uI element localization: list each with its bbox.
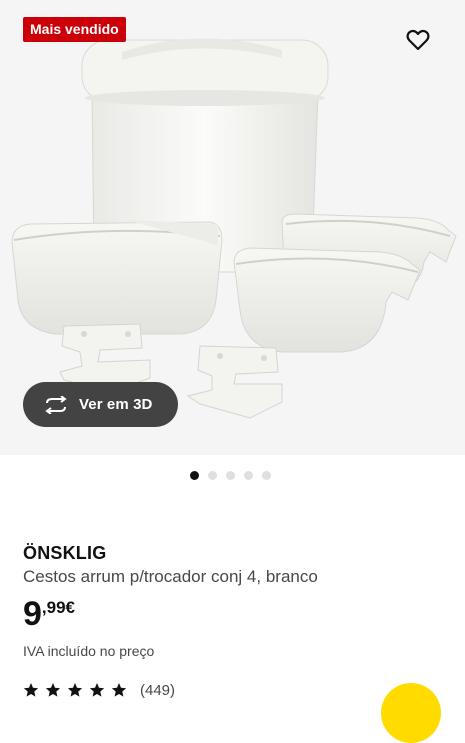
- view-in-3d-label: Ver em 3D: [79, 396, 153, 413]
- rotate-arrows-icon: [43, 395, 69, 415]
- rating-stars: [23, 682, 127, 698]
- product-rating[interactable]: (449): [23, 680, 175, 700]
- add-to-cart-fab[interactable]: [381, 683, 441, 743]
- vat-note: IVA incluído no preço: [23, 643, 155, 659]
- star-icon: [23, 683, 39, 697]
- star-icon: [89, 683, 105, 697]
- carousel-dot-2[interactable]: [208, 471, 217, 480]
- star-icon: [111, 683, 127, 697]
- favorite-button[interactable]: [404, 26, 432, 54]
- price-integer: 9: [23, 595, 42, 633]
- product-name: ÖNSKLIG: [23, 543, 107, 563]
- carousel-dot-3[interactable]: [226, 471, 235, 480]
- view-in-3d-button[interactable]: Ver em 3D: [23, 382, 178, 427]
- star-icon: [45, 683, 61, 697]
- heart-outline-icon: [406, 29, 430, 51]
- rating-count: (449): [140, 681, 176, 699]
- carousel-indicator: [0, 471, 465, 481]
- carousel-dot-4[interactable]: [244, 471, 253, 480]
- carousel-dot-1[interactable]: [190, 471, 199, 480]
- product-image-area[interactable]: Mais vendido Ver em 3D: [0, 0, 465, 455]
- price-decimal: ,99€: [41, 598, 76, 617]
- product-price: 9 ,99€: [23, 596, 75, 632]
- product-description: Cestos arrum p/trocador conj 4, branco: [23, 567, 318, 586]
- carousel-dot-5[interactable]: [262, 471, 271, 480]
- best-seller-badge: Mais vendido: [23, 17, 126, 42]
- star-icon: [67, 683, 83, 697]
